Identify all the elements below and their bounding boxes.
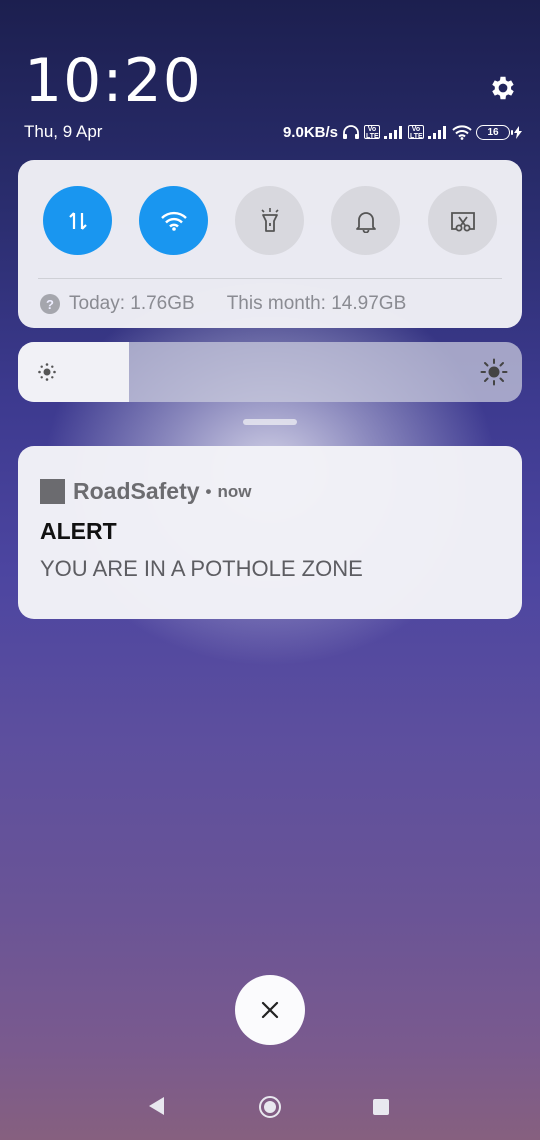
data-today: Today: 1.76GB <box>69 293 195 314</box>
notification-time: now <box>217 481 252 501</box>
drag-handle[interactable] <box>243 419 297 425</box>
status-icons: 9.0KB/s Vo LTE Vo LTE 16 <box>283 121 522 143</box>
notification-card[interactable]: RoadSafety • now ALERT YOU ARE IN A POTH… <box>18 446 522 619</box>
notification-header: RoadSafety • now <box>40 478 252 505</box>
bell-icon <box>355 211 376 233</box>
battery-icon: 16 <box>476 124 513 140</box>
home-icon[interactable] <box>258 1095 282 1119</box>
wifi-toggle[interactable] <box>139 186 208 255</box>
notification-body: YOU ARE IN A POTHOLE ZONE <box>40 556 363 581</box>
gear-icon[interactable] <box>488 73 518 103</box>
data-usage-row[interactable]: ? Today: 1.76GB This month: 14.97GB <box>40 291 406 317</box>
headphones-icon <box>343 125 359 139</box>
signal-icon-2 <box>428 126 446 139</box>
help-icon: ? <box>40 294 60 314</box>
notification-title: ALERT <box>40 518 117 544</box>
clock[interactable]: 10:20 <box>24 46 202 116</box>
back-icon[interactable] <box>148 1096 165 1116</box>
signal-icon <box>384 126 402 139</box>
brightness-low-icon <box>38 363 56 381</box>
wifi-status-icon <box>452 124 472 140</box>
data-arrows-icon <box>68 211 87 230</box>
network-speed: 9.0KB/s <box>282 123 338 141</box>
app-icon <box>40 479 65 504</box>
charging-icon <box>514 125 522 139</box>
brightness-slider[interactable] <box>18 342 522 402</box>
app-name: RoadSafety <box>73 478 200 504</box>
mobile-data-toggle[interactable] <box>43 186 112 255</box>
flashlight-icon <box>260 207 279 232</box>
qs-divider <box>38 278 502 279</box>
date[interactable]: Thu, 9 Apr <box>24 122 102 142</box>
close-icon <box>261 1001 279 1019</box>
data-month: This month: 14.97GB <box>226 293 407 314</box>
volte-icon-2: Vo LTE <box>408 125 424 140</box>
brightness-level <box>18 342 129 402</box>
screenshot-scissors-icon <box>450 211 475 231</box>
wifi-icon <box>160 211 187 231</box>
quick-settings-panel: ? Today: 1.76GB This month: 14.97GB <box>18 160 522 328</box>
screenshot-toggle[interactable] <box>428 186 497 255</box>
header-separator: • <box>205 481 212 501</box>
clear-all-button[interactable] <box>235 975 305 1045</box>
brightness-high-icon <box>480 358 508 386</box>
silent-toggle[interactable] <box>331 186 400 255</box>
recents-icon[interactable] <box>373 1099 389 1115</box>
volte-icon: Vo LTE <box>364 125 380 140</box>
flashlight-toggle[interactable] <box>235 186 304 255</box>
